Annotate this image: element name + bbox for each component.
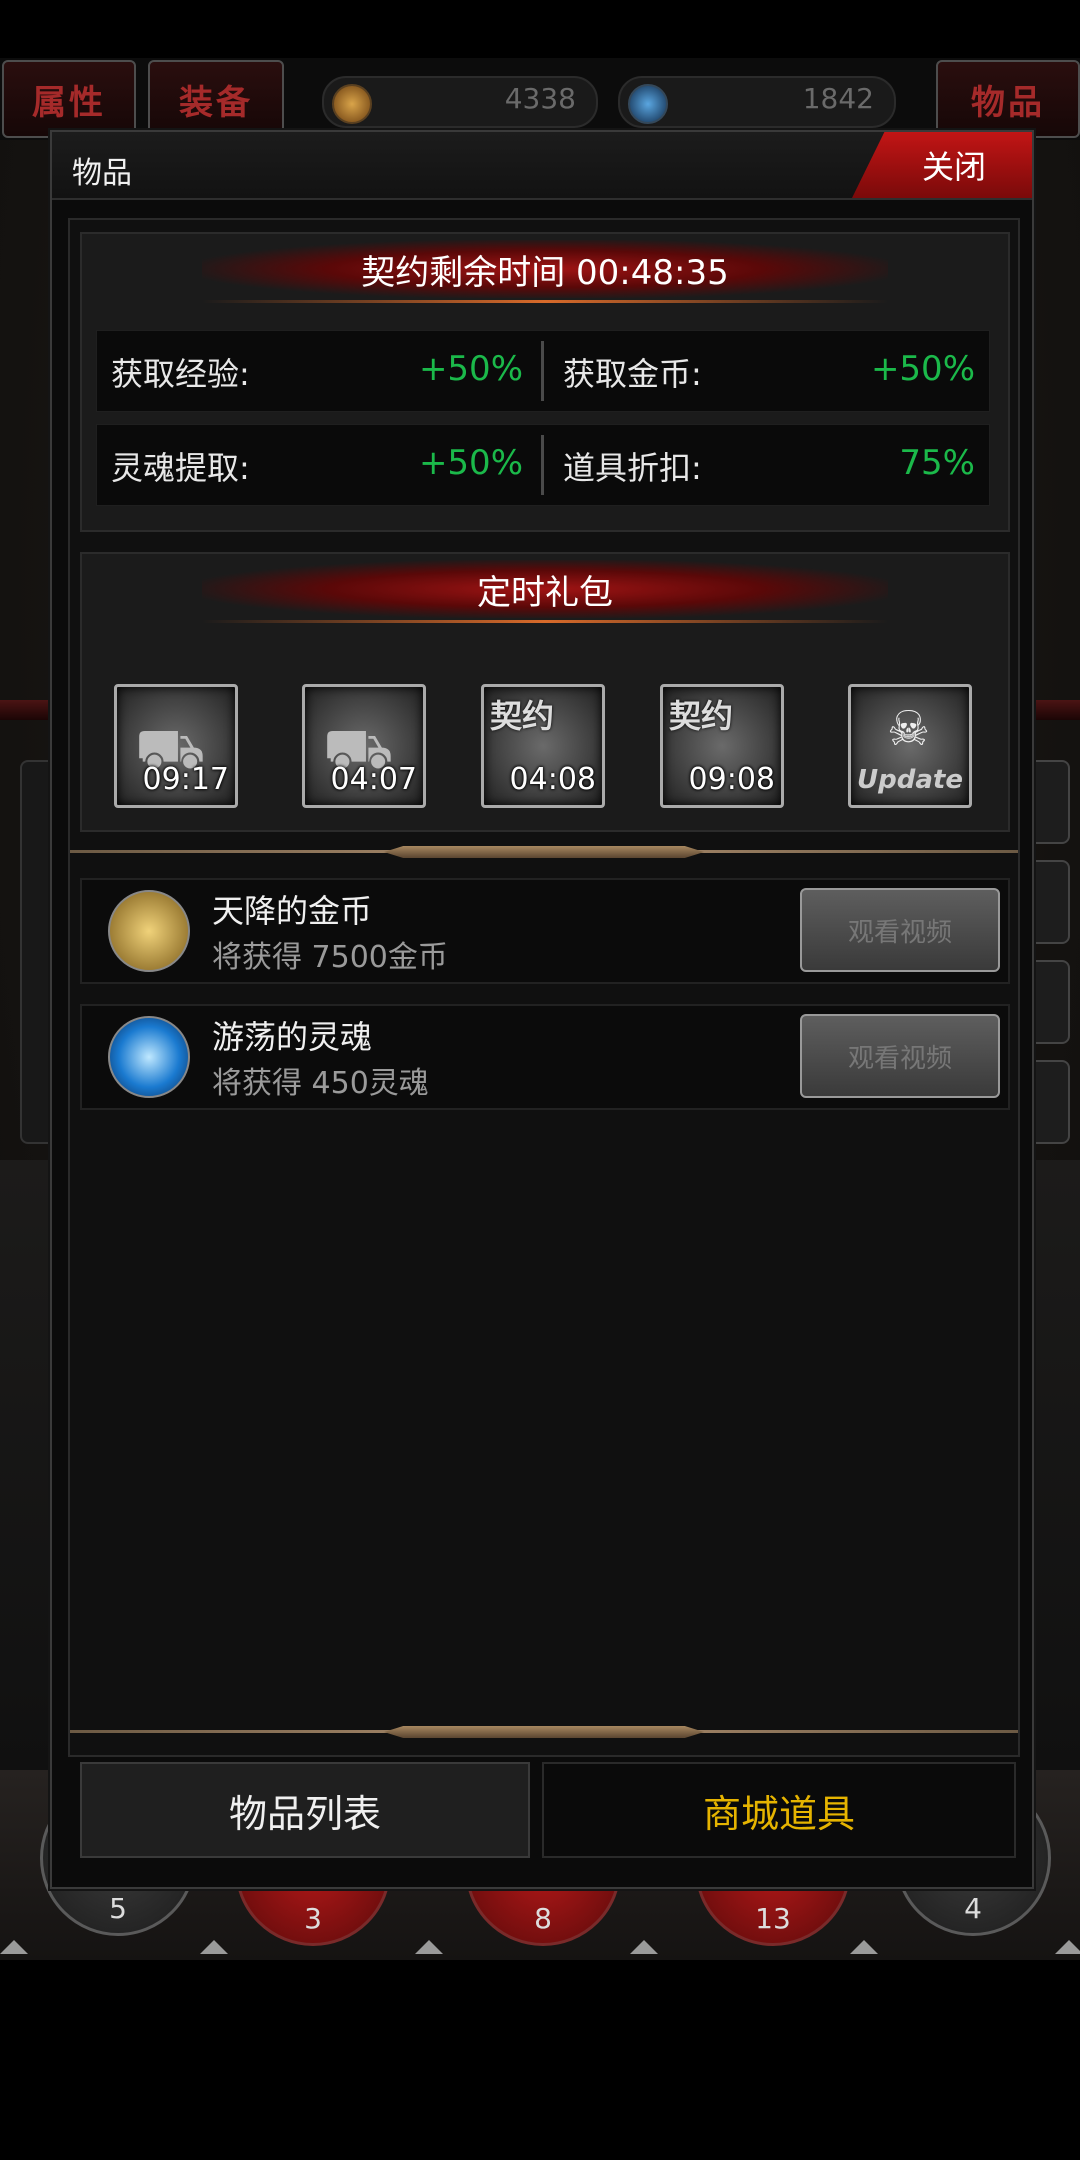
modal-content: 契约剩余时间 00:48:35 获取经验: +50% 获取金币: +50% 灵魂…	[68, 218, 1020, 1757]
soul-orb-icon	[108, 1016, 190, 1098]
tab-items[interactable]: 物品	[936, 60, 1080, 138]
tab-item-list-label: 物品列表	[228, 1791, 381, 1836]
timed-gifts-title: 定时礼包	[477, 572, 613, 613]
reward-desc: 将获得 450灵魂	[212, 1066, 429, 1101]
stat-gold: 获取金币: +50%	[549, 331, 989, 411]
timed-gifts-banner: 定时礼包	[202, 560, 888, 618]
watch-video-label: 观看视频	[847, 1043, 952, 1074]
divider-ornament	[384, 1726, 704, 1738]
background-arrow-icon	[850, 1940, 878, 1954]
banner-underline	[202, 300, 888, 303]
gift-timer: 04:07	[330, 762, 417, 797]
contract-timer-banner: 契约剩余时间 00:48:35	[202, 240, 888, 298]
watch-video-button[interactable]: 观看视频	[800, 888, 1000, 972]
timed-gifts-section: 定时礼包 ⛟ 09:17 ⛟ 04:07 契约 04:08 契约 09:08 ☠…	[80, 552, 1010, 832]
background-arrow-icon	[200, 1940, 228, 1954]
stat-row: 灵魂提取: +50% 道具折扣: 75%	[96, 424, 990, 506]
tab-item-list[interactable]: 物品列表	[80, 1762, 530, 1858]
gift-timer: 04:08	[509, 762, 596, 797]
skull-icon: ☠	[887, 701, 931, 757]
gift-contract-2[interactable]: 契约 09:08	[660, 684, 784, 808]
gift-update-label: Update	[857, 765, 963, 795]
stat-label: 道具折扣:	[563, 449, 702, 487]
stat-label: 灵魂提取:	[111, 449, 250, 487]
stat-value: +50%	[418, 443, 523, 483]
tab-equipment[interactable]: 装备	[148, 60, 284, 138]
stat-exp: 获取经验: +50%	[97, 331, 537, 411]
gift-timer: 09:17	[142, 762, 229, 797]
reward-row-gold: 天降的金币 将获得 7500金币 观看视频	[80, 878, 1010, 984]
watch-video-button[interactable]: 观看视频	[800, 1014, 1000, 1098]
currency-soul: 1842	[618, 76, 896, 128]
items-modal: 物品 关闭 契约剩余时间 00:48:35 获取经验: +50% 获取金币: +…	[50, 130, 1034, 1889]
gift-contract-1[interactable]: 契约 04:08	[481, 684, 605, 808]
tab-attributes[interactable]: 属性	[2, 60, 136, 138]
currency-soul-value: 1842	[802, 82, 874, 115]
background-arrow-icon	[0, 1940, 28, 1954]
reward-desc: 将获得 7500金币	[212, 940, 448, 975]
gift-timer: 09:08	[688, 762, 775, 797]
reward-row-soul: 游荡的灵魂 将获得 450灵魂 观看视频	[80, 1004, 1010, 1110]
gift-contract-tag: 契约	[669, 697, 734, 735]
gift-update[interactable]: ☠ Update	[848, 684, 972, 808]
stat-value: +50%	[418, 349, 523, 389]
stat-divider	[541, 341, 544, 401]
stat-label: 获取金币:	[563, 355, 702, 393]
tab-shop-items-label: 商城道具	[702, 1791, 855, 1836]
divider-ornament	[384, 846, 704, 858]
stat-soul: 灵魂提取: +50%	[97, 425, 537, 505]
contract-section: 契约剩余时间 00:48:35 获取经验: +50% 获取金币: +50% 灵魂…	[80, 232, 1010, 532]
currency-gold: 4338	[322, 76, 598, 128]
background-arrow-icon	[415, 1940, 443, 1954]
close-button[interactable]: 关闭	[852, 132, 1032, 198]
gold-coins-icon	[108, 890, 190, 972]
banner-underline	[202, 620, 888, 623]
currency-gold-value: 4338	[504, 82, 576, 115]
pentagram-coin-icon	[332, 84, 372, 124]
gift-chest-1[interactable]: ⛟ 09:17	[114, 684, 238, 808]
watch-video-label: 观看视频	[847, 917, 952, 948]
tab-shop-items[interactable]: 商城道具	[542, 1762, 1016, 1858]
stat-label: 获取经验:	[111, 355, 250, 393]
stat-discount: 道具折扣: 75%	[549, 425, 989, 505]
gift-chest-2[interactable]: ⛟ 04:07	[302, 684, 426, 808]
stat-value: +50%	[870, 349, 975, 389]
reward-name: 游荡的灵魂	[212, 1018, 373, 1056]
stat-divider	[541, 435, 544, 495]
contract-timer-text: 契约剩余时间 00:48:35	[361, 252, 729, 293]
modal-title: 物品	[72, 156, 132, 191]
soul-gem-icon	[628, 84, 668, 124]
stat-value: 75%	[899, 443, 975, 483]
modal-header: 物品 关闭	[52, 132, 1032, 200]
close-button-label: 关闭	[921, 148, 986, 186]
background-arrow-icon	[1055, 1940, 1080, 1954]
background-arrow-icon	[630, 1940, 658, 1954]
reward-name: 天降的金币	[212, 892, 373, 930]
stat-row: 获取经验: +50% 获取金币: +50%	[96, 330, 990, 412]
gift-contract-tag: 契约	[490, 697, 555, 735]
